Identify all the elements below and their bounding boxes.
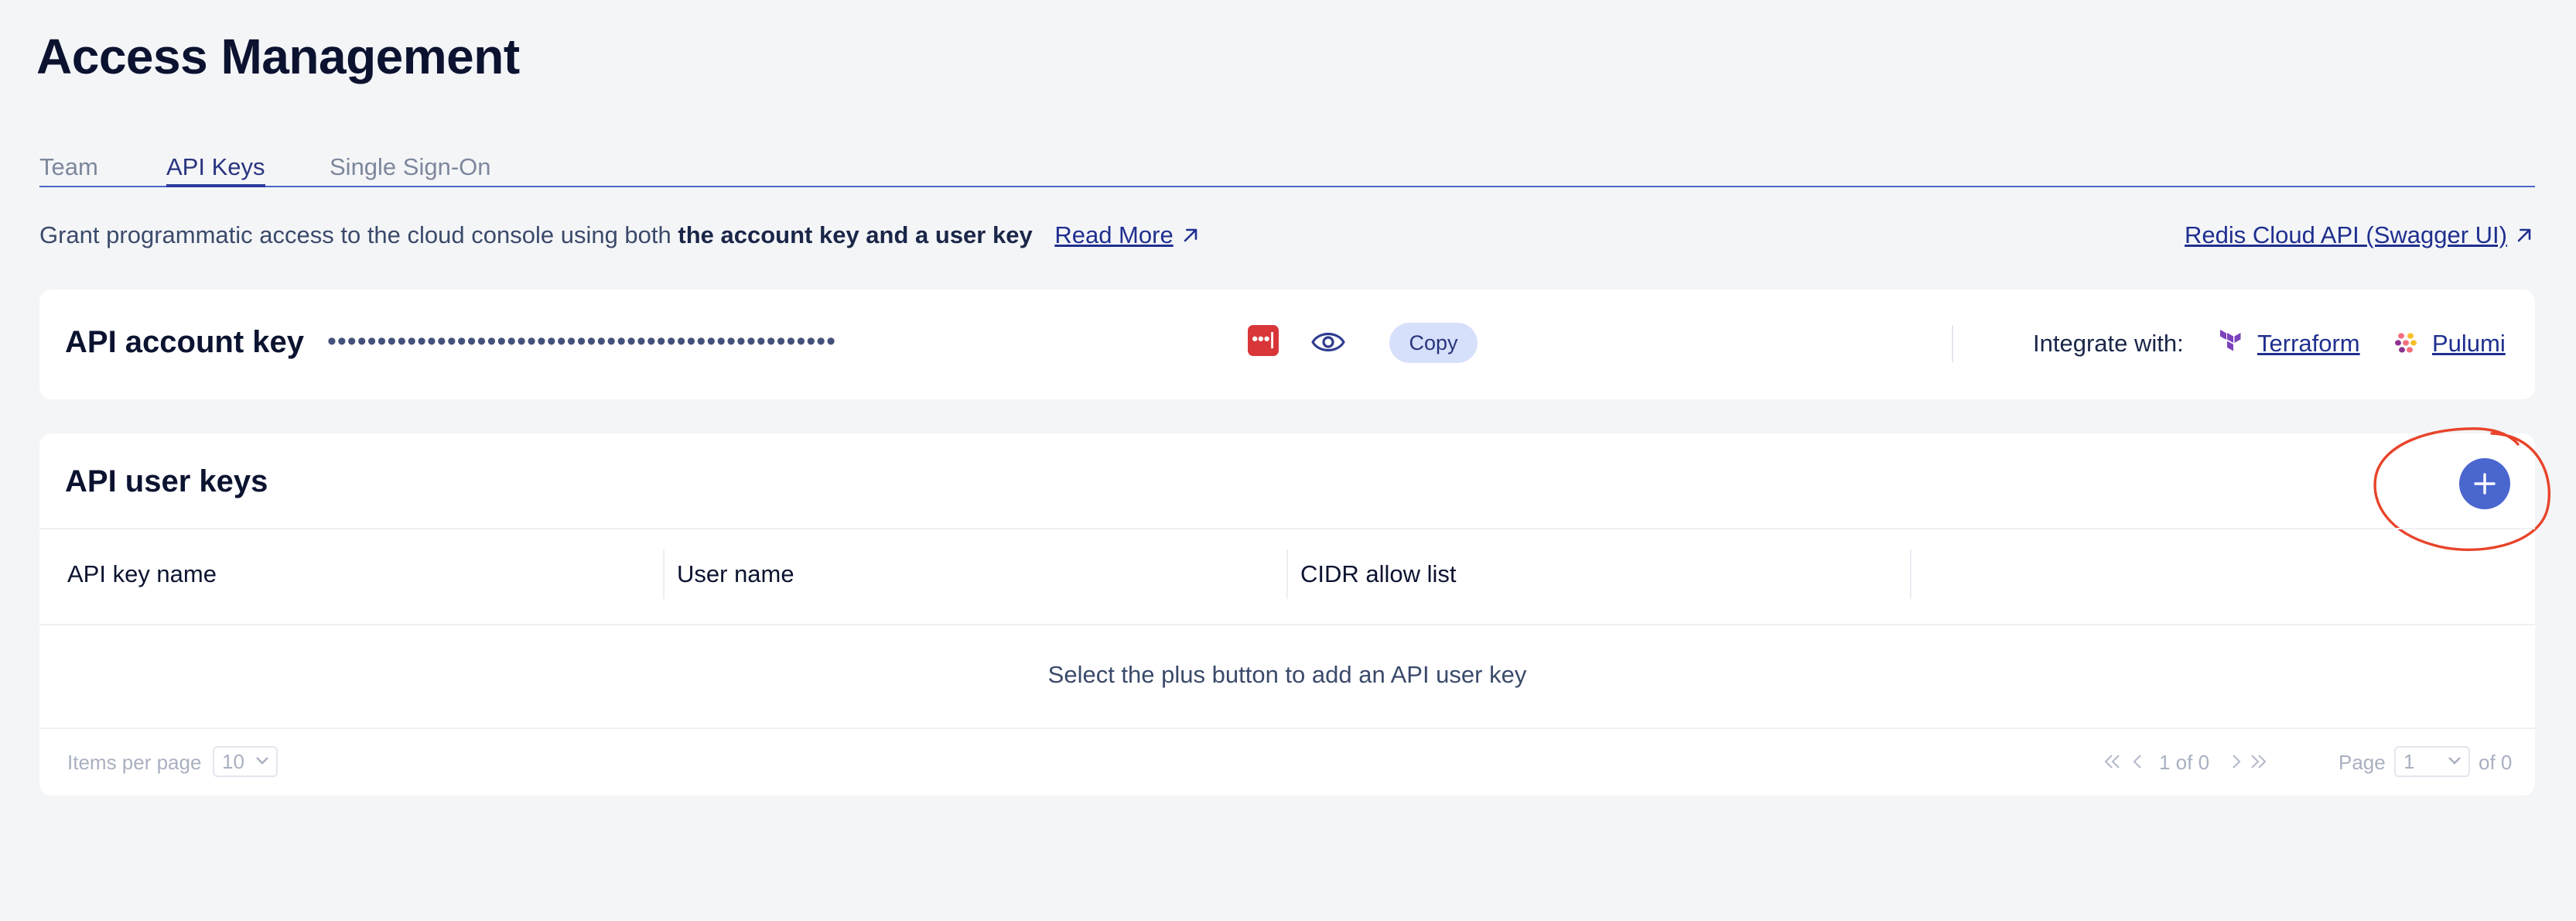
read-more-link[interactable]: Read More [1054, 221, 1173, 248]
page-title: Access Management [36, 29, 520, 84]
terraform-link[interactable]: Terraform [2257, 330, 2360, 358]
api-user-keys-card: API user keys API key name User name CID… [39, 427, 2551, 796]
table-header-divider [39, 624, 2535, 625]
integrate-with-label: Integrate with: [2033, 330, 2184, 357]
api-account-key-card: API account key ••••••••••••••••••••••••… [39, 289, 2535, 399]
read-more-label: Read More [1054, 221, 1174, 248]
add-user-key-button[interactable] [2459, 458, 2510, 509]
external-link-icon[interactable] [1180, 224, 1201, 246]
plus-icon [2474, 473, 2496, 495]
column-header-cidr-allow-list[interactable]: CIDR allow list [1300, 560, 1457, 588]
tab-team[interactable]: Team [39, 152, 98, 183]
empty-table-message: Select the plus button to add an API use… [1047, 661, 1527, 688]
last-page-icon[interactable] [2249, 751, 2269, 772]
column-header-api-key-name[interactable]: API key name [67, 560, 217, 588]
header-divider [39, 528, 2535, 529]
page-range-text: 1 of 0 [2159, 751, 2210, 774]
tab-api-keys[interactable]: API Keys [166, 152, 265, 187]
swagger-link-label: Redis Cloud API (Swagger UI) [2185, 221, 2507, 248]
page-select-value: 1 [2403, 750, 2415, 773]
generate-key-icon[interactable]: •••| [1248, 325, 1279, 356]
chevron-down-icon [256, 757, 268, 765]
page-select[interactable]: 1 [2394, 746, 2470, 777]
next-page-icon[interactable] [2226, 751, 2246, 772]
description-bold: the account key and a user key [678, 221, 1033, 248]
pulumi-link[interactable]: Pulumi [2432, 330, 2506, 358]
masked-account-key: ••••••••••••••••••••••••••••••••••••••••… [327, 327, 837, 356]
external-link-icon [2517, 228, 2531, 242]
items-per-page-label: Items per page [67, 751, 202, 774]
column-separator [663, 550, 664, 599]
tab-bar: Team API Keys Single Sign-On [39, 152, 2535, 187]
highlight-annotation [2373, 427, 2551, 551]
previous-page-icon[interactable] [2128, 751, 2148, 772]
first-page-icon[interactable] [2102, 751, 2122, 772]
user-keys-title: API user keys [65, 464, 268, 498]
column-separator [1286, 550, 1288, 599]
swagger-link[interactable]: Redis Cloud API (Swagger UI) [2185, 221, 2535, 249]
column-header-user-name[interactable]: User name [677, 560, 794, 588]
account-key-title: API account key [65, 325, 305, 359]
pagination-divider [39, 728, 2535, 729]
terraform-icon [2220, 330, 2241, 351]
description-prefix: Grant programmatic access to the cloud c… [39, 221, 671, 248]
description-text: Grant programmatic access to the cloud c… [39, 221, 1201, 249]
copy-button[interactable]: Copy [1389, 323, 1478, 363]
divider [1952, 325, 1953, 362]
chevron-down-icon [2448, 757, 2461, 765]
total-pages-text: of 0 [2479, 751, 2513, 774]
page-label: Page [2339, 751, 2386, 774]
items-per-page-select[interactable]: 10 [213, 746, 278, 777]
pulumi-icon [2395, 333, 2417, 353]
eye-icon[interactable] [1310, 327, 1347, 358]
items-per-page-value: 10 [222, 750, 244, 773]
column-separator [1910, 550, 1912, 599]
tab-single-sign-on[interactable]: Single Sign-On [330, 152, 491, 183]
